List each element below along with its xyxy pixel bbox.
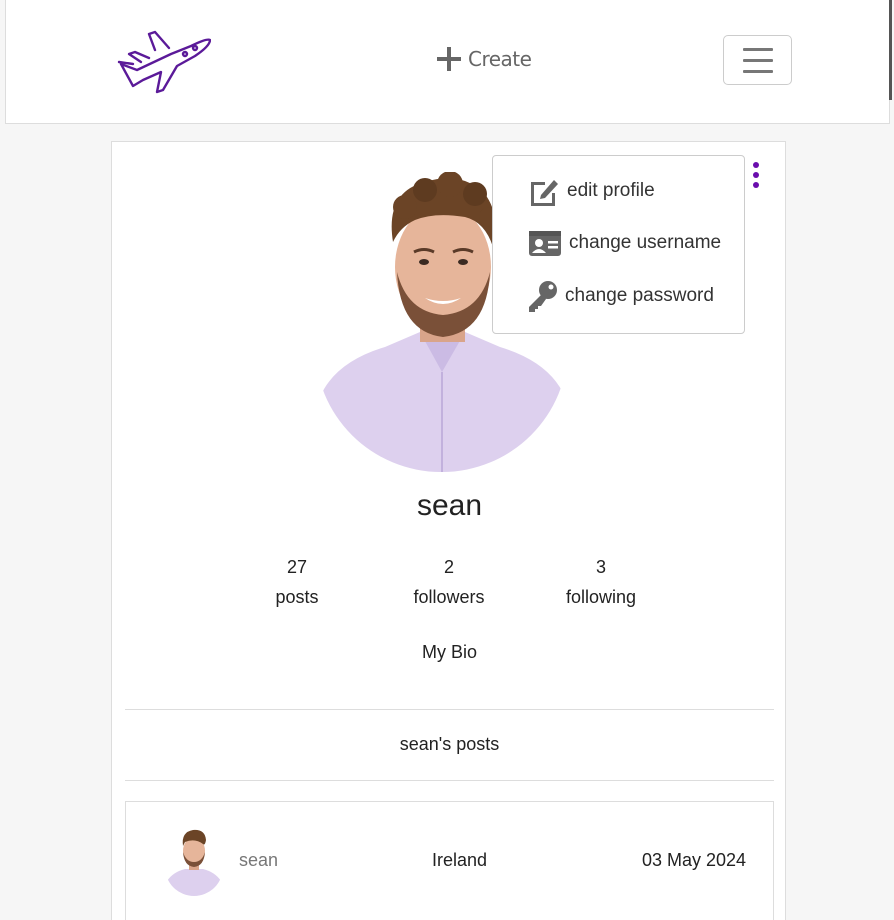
stat-value: 27 (286, 557, 308, 577)
divider (125, 709, 774, 710)
stat-followers: 2 followers (389, 552, 509, 612)
id-card-icon (529, 231, 561, 256)
divider (125, 780, 774, 781)
post-location: Ireland (432, 850, 488, 870)
post-owner-photo (165, 826, 223, 896)
plus-icon (437, 47, 461, 71)
menu-toggle-button[interactable] (723, 35, 792, 85)
menu-item-edit-profile[interactable]: edit profile (527, 174, 655, 208)
profile-bio: My Bio (421, 642, 477, 662)
airplane-icon[interactable] (111, 24, 211, 96)
posts-heading: sean's posts (399, 734, 500, 754)
edit-icon (531, 180, 558, 206)
avatar[interactable] (165, 826, 223, 896)
scrollbar[interactable] (889, 0, 892, 100)
create-label: Create (468, 47, 532, 71)
stat-posts: 27 posts (237, 552, 357, 612)
post-date: 03 May 2024 (642, 850, 747, 870)
menu-item-label: change username (569, 232, 722, 253)
create-link[interactable]: Create (436, 44, 532, 74)
profile-username: sean (416, 489, 483, 522)
profile-options-menu: edit profile change username change pass… (492, 155, 745, 334)
key-icon (529, 281, 557, 312)
stat-label: posts (275, 587, 319, 607)
stat-value: 3 (595, 557, 606, 577)
stat-label: followers (413, 587, 485, 607)
menu-item-change-password[interactable]: change password (527, 279, 714, 313)
post-card[interactable]: sean Ireland 03 May 2024 (125, 801, 774, 920)
navbar: Create (5, 0, 890, 124)
kebab-icon[interactable] (752, 162, 760, 192)
menu-item-change-username[interactable]: change username (527, 226, 721, 260)
stat-label: following (565, 587, 637, 607)
hamburger-icon-bar (743, 48, 773, 51)
hamburger-icon-bar (743, 59, 773, 62)
menu-item-label: edit profile (567, 180, 655, 201)
stat-value: 2 (443, 557, 454, 577)
stat-following: 3 following (541, 552, 661, 612)
menu-item-label: change password (565, 285, 714, 306)
profile-card: edit profile change username change pass… (111, 141, 786, 920)
hamburger-icon-bar (743, 70, 773, 73)
post-owner[interactable]: sean (239, 850, 278, 871)
